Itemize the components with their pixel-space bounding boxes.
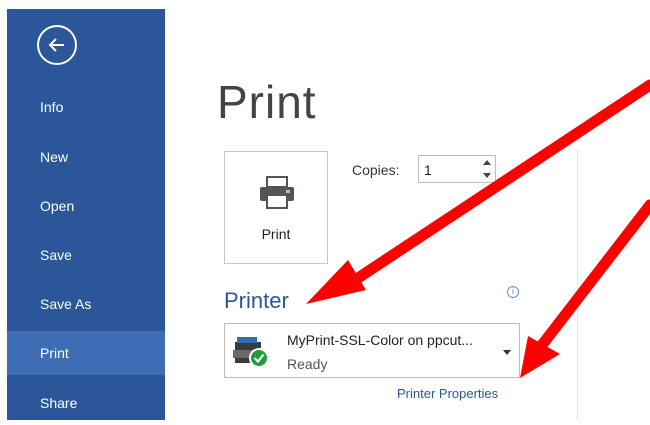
printer-properties-link[interactable]: Printer Properties bbox=[397, 386, 498, 401]
sidebar-item-print[interactable]: Print bbox=[7, 331, 165, 375]
sidebar-item-save[interactable]: Save bbox=[7, 233, 165, 277]
sidebar-item-open[interactable]: Open bbox=[7, 184, 165, 228]
copies-value: 1 bbox=[424, 162, 432, 178]
page-title: Print bbox=[217, 76, 317, 128]
printer-icon bbox=[260, 176, 294, 209]
print-button-label: Print bbox=[261, 226, 291, 242]
sidebar-item-share[interactable]: Share bbox=[7, 381, 165, 425]
copies-label: Copies: bbox=[352, 162, 400, 178]
printer-status: Ready bbox=[287, 356, 328, 372]
sidebar-item-save-as[interactable]: Save As bbox=[7, 282, 165, 326]
column-divider bbox=[577, 150, 578, 420]
printer-heading: Printer bbox=[224, 288, 289, 313]
copies-stepper[interactable]: 1 bbox=[418, 155, 496, 183]
backstage-sidebar: Info New Open Save Save As Print Share bbox=[7, 9, 165, 420]
copies-decrement-button[interactable] bbox=[483, 173, 491, 178]
print-button[interactable]: Print bbox=[224, 151, 328, 264]
copies-increment-button[interactable] bbox=[483, 160, 491, 165]
back-arrow-icon bbox=[48, 38, 64, 52]
info-icon[interactable]: i bbox=[507, 286, 519, 298]
network-printer-icon bbox=[233, 337, 269, 368]
printer-dropdown[interactable]: MyPrint-SSL-Color on ppcut... Ready bbox=[224, 323, 520, 378]
sidebar-item-new[interactable]: New bbox=[7, 135, 165, 179]
printer-name: MyPrint-SSL-Color on ppcut... bbox=[287, 332, 473, 348]
back-button[interactable] bbox=[37, 25, 77, 65]
sidebar-item-info[interactable]: Info bbox=[7, 85, 165, 129]
chevron-down-icon bbox=[503, 350, 511, 355]
